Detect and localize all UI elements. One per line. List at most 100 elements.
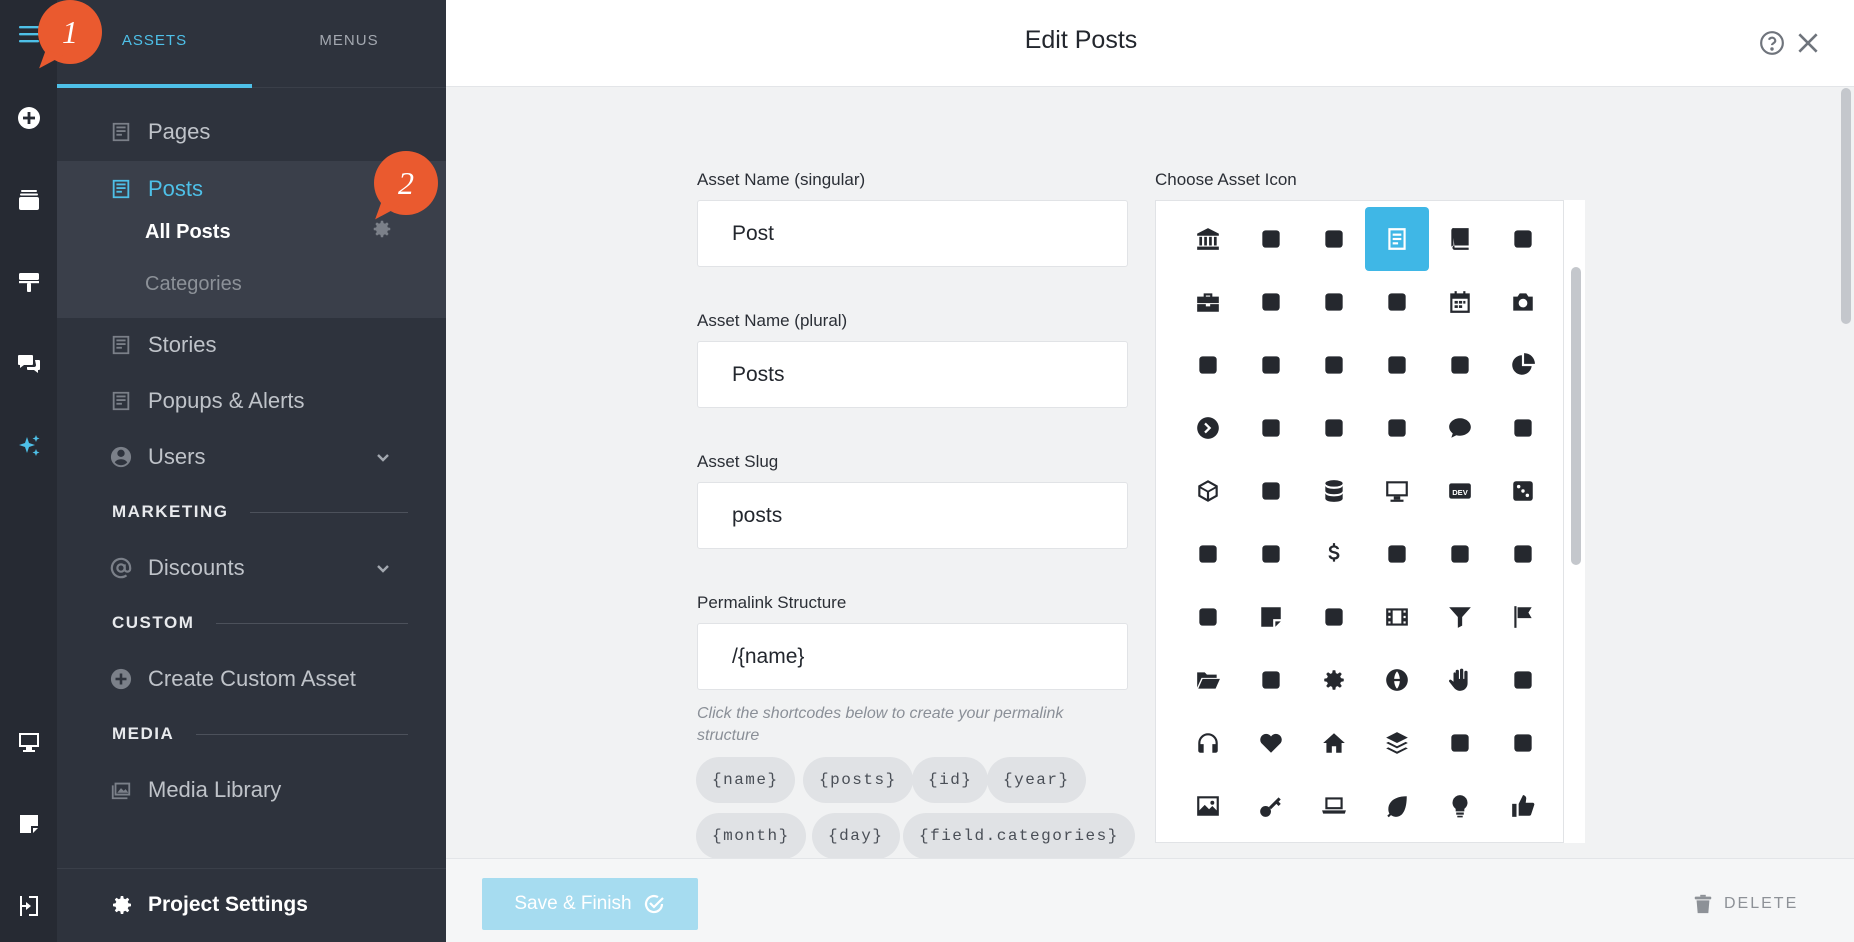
chevron-circle-right-icon[interactable] xyxy=(1176,396,1240,460)
presentation-icon[interactable] xyxy=(1239,396,1303,460)
delete-button[interactable]: DELETE xyxy=(1692,892,1798,916)
paint-bucket-icon[interactable] xyxy=(1365,396,1429,460)
heart-icon[interactable] xyxy=(1239,711,1303,775)
chalkboard-icon[interactable] xyxy=(1302,333,1366,397)
shortcode-chip[interactable]: {posts} xyxy=(803,757,913,803)
faucet-icon[interactable] xyxy=(1176,585,1240,649)
book-icon[interactable] xyxy=(1428,207,1492,271)
sidebar-subitem-all-posts[interactable]: All Posts xyxy=(145,221,231,244)
asset-slug-input[interactable] xyxy=(697,482,1128,549)
landmark-icon[interactable] xyxy=(1176,207,1240,271)
dollar-icon[interactable] xyxy=(1302,522,1366,586)
filter-icon[interactable] xyxy=(1428,585,1492,649)
shortcode-chip[interactable]: {id} xyxy=(912,757,989,803)
plural-name-input[interactable] xyxy=(697,341,1128,408)
house-user-icon[interactable] xyxy=(1491,711,1555,775)
shortcode-chip[interactable]: {year} xyxy=(987,757,1086,803)
lightbulb-icon[interactable] xyxy=(1428,774,1492,838)
inbox-download-icon[interactable] xyxy=(1302,585,1366,649)
image-icon[interactable] xyxy=(1176,774,1240,838)
sparkles-icon[interactable] xyxy=(0,418,57,474)
permalink-input[interactable] xyxy=(697,623,1128,690)
laptop-icon[interactable] xyxy=(1302,774,1366,838)
monitor-icon[interactable] xyxy=(0,714,57,770)
archive-box-icon[interactable] xyxy=(1491,207,1555,271)
comments-icon[interactable] xyxy=(0,336,57,392)
save-finish-button[interactable]: Save & Finish xyxy=(482,878,698,930)
clipboard-check-icon[interactable] xyxy=(1302,396,1366,460)
shortcode-chip[interactable]: {month} xyxy=(696,813,806,859)
comment-icon[interactable] xyxy=(1428,396,1492,460)
gamepad-icon[interactable] xyxy=(1239,648,1303,712)
home-icon[interactable] xyxy=(1302,711,1366,775)
sidebar-item-media-library[interactable]: Media Library xyxy=(57,762,446,818)
bug-icon[interactable] xyxy=(1302,270,1366,334)
sidebar-item-pages[interactable]: Pages xyxy=(57,104,446,160)
sign-out-icon[interactable] xyxy=(0,878,57,934)
globe-icon[interactable] xyxy=(1365,648,1429,712)
hand-icon[interactable] xyxy=(1428,648,1492,712)
calendar-bolt-icon[interactable] xyxy=(1239,207,1303,271)
video-camera-icon[interactable] xyxy=(1239,333,1303,397)
key-icon[interactable] xyxy=(1239,774,1303,838)
dashboard-icon[interactable] xyxy=(1239,459,1303,523)
sidebar-item-users[interactable]: Users xyxy=(57,429,446,485)
thumbs-up-icon[interactable] xyxy=(1491,774,1555,838)
sticky-note-icon[interactable] xyxy=(1239,585,1303,649)
highlighter-icon[interactable] xyxy=(1239,270,1303,334)
calculator-icon[interactable] xyxy=(1365,270,1429,334)
help-icon[interactable] xyxy=(1757,28,1787,58)
cube-icon[interactable] xyxy=(1176,459,1240,523)
singular-name-input[interactable] xyxy=(697,200,1128,267)
flag-icon[interactable] xyxy=(1491,585,1555,649)
chevron-down-icon[interactable] xyxy=(375,449,391,465)
concierge-bell-icon[interactable] xyxy=(1176,522,1240,586)
sidebar-item-create-custom-asset[interactable]: Create Custom Asset xyxy=(57,651,446,707)
paint-roller-icon[interactable] xyxy=(0,254,57,310)
icon-picker-scrollbar[interactable] xyxy=(1563,200,1585,843)
briefcase-icon[interactable] xyxy=(1176,270,1240,334)
shortcode-chip[interactable]: {field.categories} xyxy=(903,813,1135,859)
sidebar-subitem-categories[interactable]: Categories xyxy=(145,273,242,296)
sidebar-item-popups-alerts[interactable]: Popups & Alerts xyxy=(57,373,446,429)
tab-menus[interactable]: MENUS xyxy=(252,0,446,88)
page-scrollbar[interactable] xyxy=(1838,88,1854,858)
gauge-icon[interactable] xyxy=(1428,333,1492,397)
scrollbar-thumb[interactable] xyxy=(1571,267,1581,565)
desktop-icon[interactable] xyxy=(1365,459,1429,523)
css3-icon[interactable] xyxy=(1491,396,1555,460)
leaf-icon[interactable] xyxy=(1365,774,1429,838)
ticket-icon[interactable] xyxy=(1302,207,1366,271)
project-settings[interactable]: Project Settings xyxy=(57,868,446,942)
camera-icon[interactable] xyxy=(1491,270,1555,334)
gear-icon[interactable] xyxy=(1302,648,1366,712)
shortcode-chip[interactable]: {name} xyxy=(696,757,795,803)
layers-icon[interactable] xyxy=(0,172,57,228)
sidebar-item-discounts[interactable]: Discounts xyxy=(57,540,446,596)
chart-pie-icon[interactable] xyxy=(1491,333,1555,397)
scrollbar-thumb[interactable] xyxy=(1841,88,1851,324)
close-icon[interactable] xyxy=(1793,28,1823,58)
film-icon[interactable] xyxy=(1365,585,1429,649)
calendar-icon[interactable] xyxy=(1428,270,1492,334)
shortcode-chip[interactable]: {day} xyxy=(812,813,900,859)
aperture-icon[interactable] xyxy=(1176,333,1240,397)
hands-helping-icon[interactable] xyxy=(1491,648,1555,712)
envelope-open-icon[interactable] xyxy=(1491,522,1555,586)
headphones-icon[interactable] xyxy=(1176,711,1240,775)
dev-icon[interactable]: DEV xyxy=(1428,459,1492,523)
car-icon[interactable] xyxy=(1365,333,1429,397)
receipt-icon[interactable] xyxy=(1239,522,1303,586)
folder-open-icon[interactable] xyxy=(1176,648,1240,712)
layers-icon[interactable] xyxy=(1365,711,1429,775)
drafting-compass-icon[interactable] xyxy=(1365,522,1429,586)
sticky-note-icon[interactable] xyxy=(0,796,57,852)
plus-circle-icon[interactable] xyxy=(0,90,57,146)
sitemap-icon[interactable] xyxy=(1428,711,1492,775)
file-alt-icon[interactable] xyxy=(1365,207,1429,271)
sidebar-item-stories[interactable]: Stories xyxy=(57,317,446,373)
database-icon[interactable] xyxy=(1302,459,1366,523)
duck-icon[interactable] xyxy=(1428,522,1492,586)
chevron-down-icon[interactable] xyxy=(375,560,391,576)
dice-icon[interactable] xyxy=(1491,459,1555,523)
